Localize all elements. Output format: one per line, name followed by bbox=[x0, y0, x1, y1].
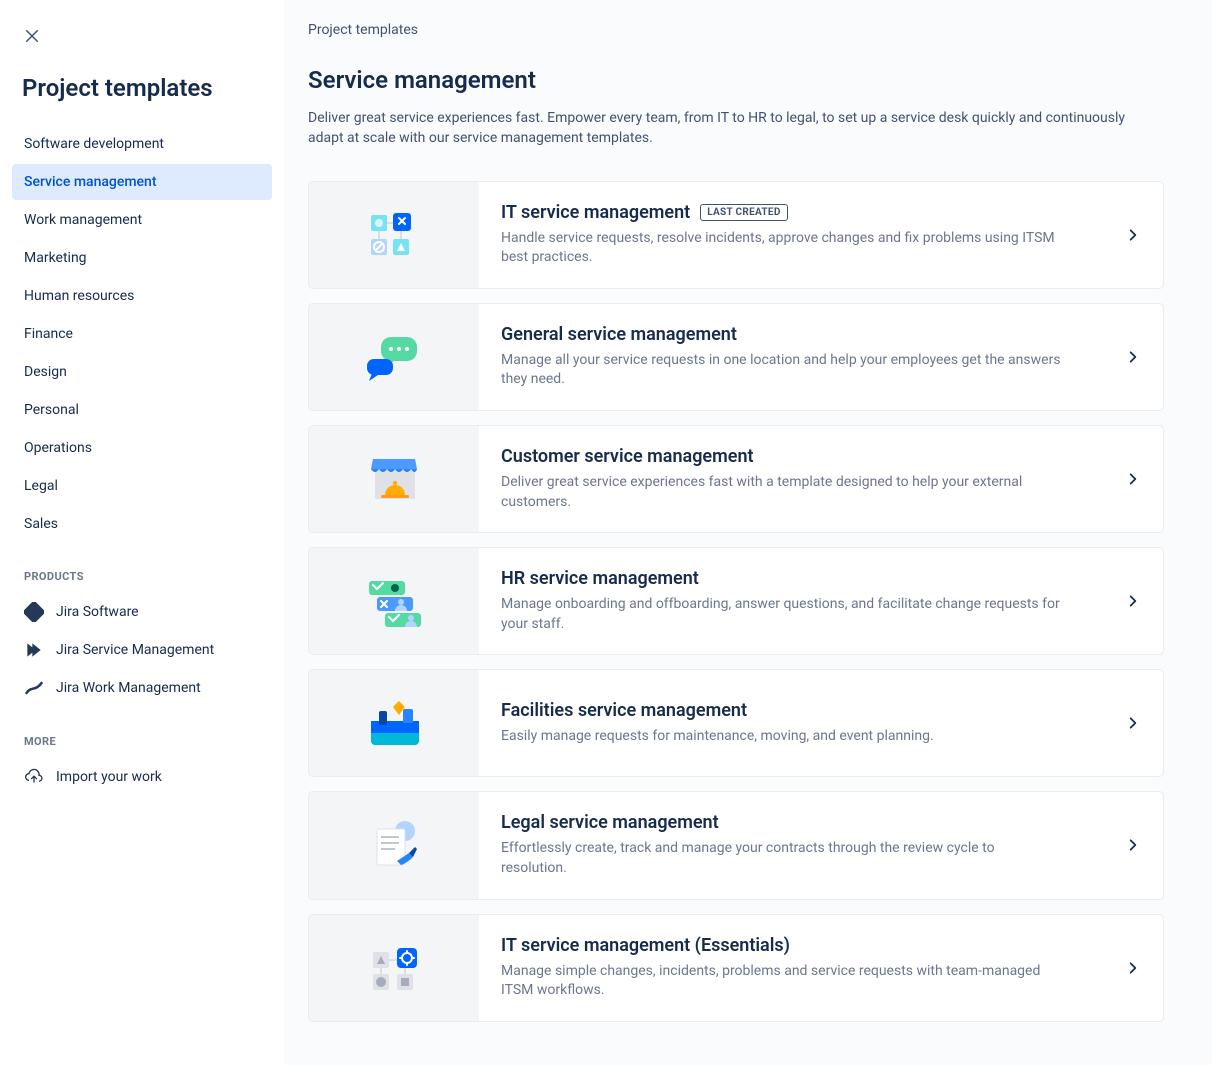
breadcrumb[interactable]: Project templates bbox=[308, 22, 1164, 38]
sidebar-item-personal[interactable]: Personal bbox=[12, 392, 272, 428]
template-title: IT service management bbox=[501, 202, 690, 223]
sidebar-title: Project templates bbox=[22, 74, 272, 102]
more-section-label: MORE bbox=[24, 735, 272, 748]
main-content: Project templates Service management Del… bbox=[284, 0, 1212, 1065]
template-card-customer-service-management[interactable]: Customer service management Deliver grea… bbox=[308, 425, 1164, 533]
sidebar: Project templates Software development S… bbox=[0, 0, 284, 1065]
template-title: General service management bbox=[501, 324, 737, 345]
hr-people-icon bbox=[359, 571, 429, 631]
sidebar-item-finance[interactable]: Finance bbox=[12, 316, 272, 352]
template-description: Handle service requests, resolve inciden… bbox=[501, 229, 1061, 268]
page-title: Service management bbox=[308, 66, 1164, 94]
product-label: Jira Software bbox=[56, 604, 139, 620]
product-label: Jira Service Management bbox=[56, 642, 214, 658]
more-item-label: Import your work bbox=[56, 769, 162, 785]
template-title: IT service management (Essentials) bbox=[501, 935, 790, 956]
jira-work-management-icon bbox=[24, 678, 44, 698]
template-card-general-service-management[interactable]: General service management Manage all yo… bbox=[308, 303, 1164, 411]
template-body: HR service management Manage onboarding … bbox=[479, 548, 1103, 654]
template-body: Customer service management Deliver grea… bbox=[479, 426, 1103, 532]
template-title: Legal service management bbox=[501, 812, 719, 833]
sidebar-item-operations[interactable]: Operations bbox=[12, 430, 272, 466]
chevron-right-icon bbox=[1103, 670, 1163, 776]
template-thumbnail bbox=[309, 182, 479, 288]
template-thumbnail bbox=[309, 792, 479, 898]
category-list: Software development Service management … bbox=[12, 126, 272, 542]
template-description: Effortlessly create, track and manage yo… bbox=[501, 839, 1061, 878]
template-thumbnail bbox=[309, 670, 479, 776]
template-body: IT service management (Essentials) Manag… bbox=[479, 915, 1103, 1021]
itsm-icon bbox=[359, 205, 429, 265]
chevron-right-icon bbox=[1103, 915, 1163, 1021]
template-title: Customer service management bbox=[501, 446, 754, 467]
template-description: Easily manage requests for maintenance, … bbox=[501, 727, 1061, 747]
chevron-right-icon bbox=[1103, 426, 1163, 532]
template-card-facilities-service-management[interactable]: Facilities service management Easily man… bbox=[308, 669, 1164, 777]
template-thumbnail bbox=[309, 915, 479, 1021]
close-icon bbox=[23, 27, 41, 45]
template-title: HR service management bbox=[501, 568, 699, 589]
products-section-label: PRODUCTS bbox=[24, 570, 272, 583]
chevron-right-icon bbox=[1103, 182, 1163, 288]
chevron-right-icon bbox=[1103, 792, 1163, 898]
template-thumbnail bbox=[309, 548, 479, 654]
product-label: Jira Work Management bbox=[56, 680, 201, 696]
chevron-right-icon bbox=[1103, 548, 1163, 654]
jira-service-management-icon bbox=[24, 640, 44, 660]
template-card-hr-service-management[interactable]: HR service management Manage onboarding … bbox=[308, 547, 1164, 655]
sidebar-item-human-resources[interactable]: Human resources bbox=[12, 278, 272, 314]
template-body: IT service management LAST CREATED Handl… bbox=[479, 182, 1103, 288]
template-thumbnail bbox=[309, 426, 479, 532]
more-item-import[interactable]: Import your work bbox=[12, 758, 272, 796]
chat-bubbles-icon bbox=[359, 327, 429, 387]
jira-software-icon bbox=[24, 602, 44, 622]
sidebar-item-service-management[interactable]: Service management bbox=[12, 164, 272, 200]
close-button[interactable] bbox=[16, 20, 48, 52]
product-jira-software[interactable]: Jira Software bbox=[12, 593, 272, 631]
template-body: General service management Manage all yo… bbox=[479, 304, 1103, 410]
template-title: Facilities service management bbox=[501, 700, 747, 721]
template-card-it-service-management-essentials[interactable]: IT service management (Essentials) Manag… bbox=[308, 914, 1164, 1022]
page-description: Deliver great service experiences fast. … bbox=[308, 108, 1158, 149]
template-body: Facilities service management Easily man… bbox=[479, 670, 1103, 776]
storefront-bell-icon bbox=[359, 449, 429, 509]
template-body: Legal service management Effortlessly cr… bbox=[479, 792, 1103, 898]
chevron-right-icon bbox=[1103, 304, 1163, 410]
product-jira-service-management[interactable]: Jira Service Management bbox=[12, 631, 272, 669]
template-description: Manage onboarding and offboarding, answe… bbox=[501, 595, 1061, 634]
sidebar-item-work-management[interactable]: Work management bbox=[12, 202, 272, 238]
sidebar-item-legal[interactable]: Legal bbox=[12, 468, 272, 504]
template-description: Manage simple changes, incidents, proble… bbox=[501, 962, 1061, 1001]
template-thumbnail bbox=[309, 304, 479, 410]
sidebar-item-sales[interactable]: Sales bbox=[12, 506, 272, 542]
sidebar-item-marketing[interactable]: Marketing bbox=[12, 240, 272, 276]
product-jira-work-management[interactable]: Jira Work Management bbox=[12, 669, 272, 707]
sidebar-item-software-development[interactable]: Software development bbox=[12, 126, 272, 162]
template-description: Deliver great service experiences fast w… bbox=[501, 473, 1061, 512]
template-card-legal-service-management[interactable]: Legal service management Effortlessly cr… bbox=[308, 791, 1164, 899]
legal-document-icon bbox=[359, 815, 429, 875]
toolbox-icon bbox=[359, 693, 429, 753]
template-card-it-service-management[interactable]: IT service management LAST CREATED Handl… bbox=[308, 181, 1164, 289]
sidebar-item-design[interactable]: Design bbox=[12, 354, 272, 390]
cloud-upload-icon bbox=[24, 767, 44, 787]
itsm-essentials-icon bbox=[359, 938, 429, 998]
template-description: Manage all your service requests in one … bbox=[501, 351, 1061, 390]
last-created-badge: LAST CREATED bbox=[700, 204, 787, 221]
